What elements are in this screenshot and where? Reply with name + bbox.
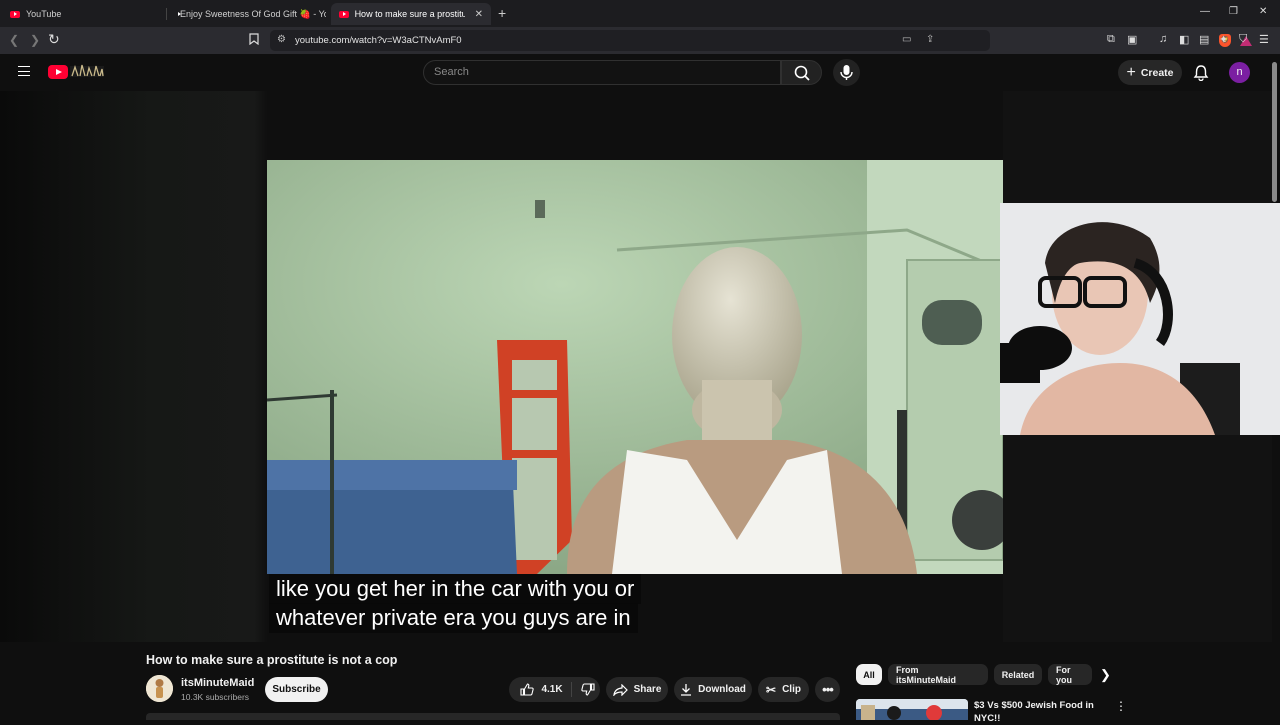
download-icon: [681, 684, 692, 696]
description-box-edge: [146, 713, 840, 720]
share-label: Share: [633, 684, 662, 695]
search-button[interactable]: [781, 60, 822, 85]
clip-button[interactable]: ✂ Clip: [758, 677, 809, 702]
caption-line-2: whatever private era you guys are in: [269, 603, 638, 633]
wallet-panel-icon[interactable]: ▤: [1199, 33, 1209, 46]
browser-tab-active[interactable]: How to make sure a prostitute is ✕: [331, 3, 491, 25]
chevron-right-icon[interactable]: ❯: [1100, 667, 1111, 683]
sidebar-toggle-icon[interactable]: ◧: [1179, 33, 1189, 46]
youtube-doodle-icon[interactable]: [70, 63, 104, 78]
address-field[interactable]: ⚙ youtube.com/watch?v=W3aCTNvAmF0 ▭ ⇪ 🦁: [270, 30, 1252, 51]
forward-arrow-icon[interactable]: ❯: [30, 33, 40, 47]
reload-icon[interactable]: ↻: [48, 31, 60, 48]
site-settings-icon[interactable]: ⚙: [277, 34, 286, 45]
chip-for-you[interactable]: For you: [1048, 664, 1092, 685]
new-tab-button[interactable]: +: [498, 5, 506, 21]
browser-tab-youtube[interactable]: YouTube: [2, 3, 162, 25]
chip-all[interactable]: All: [856, 664, 882, 685]
youtube-favicon-icon: [339, 10, 349, 18]
tab-title: How to make sure a prostitute is: [354, 9, 465, 19]
youtube-logo-icon[interactable]: [48, 65, 68, 79]
chip-from-channel[interactable]: From itsMinuteMaid: [888, 664, 988, 685]
create-label: Create: [1140, 66, 1174, 79]
more-actions-button[interactable]: •••: [815, 677, 840, 702]
microphone-icon: [840, 65, 853, 80]
recommendation-thumbnail-image: [856, 699, 968, 720]
like-count: 4.1K: [541, 684, 563, 695]
youtube-favicon-icon: [10, 10, 20, 18]
back-arrow-icon[interactable]: ❮: [9, 33, 19, 47]
browser-tab-bar: YouTube Enjoy Sweetness Of God Gift 🍓 - …: [0, 0, 1280, 27]
search-input[interactable]: [434, 66, 764, 78]
close-tab-icon[interactable]: ✕: [475, 9, 483, 20]
video-scene-image: [267, 160, 1003, 574]
extensions-icon[interactable]: ⧉: [1107, 33, 1115, 46]
clip-label: Clip: [782, 684, 801, 695]
restore-icon[interactable]: ❐: [1229, 6, 1238, 17]
share-arrow-icon: [612, 683, 628, 696]
vpn-icon[interactable]: ⛉: [1239, 33, 1247, 46]
browser-address-row: ❮ ❯ ↻ ⚙ youtube.com/watch?v=W3aCTNvAmF0 …: [0, 27, 1280, 54]
minimize-icon[interactable]: —: [1200, 6, 1210, 17]
notifications-bell-icon[interactable]: [1193, 64, 1209, 81]
hamburger-menu-icon[interactable]: [18, 66, 30, 76]
channel-avatar[interactable]: [146, 675, 173, 702]
account-avatar[interactable]: n: [1229, 62, 1250, 83]
recommendation-title[interactable]: $3 Vs $500 Jewish Food in NYC!!: [974, 699, 1099, 725]
thumbs-up-icon: [520, 683, 535, 696]
more-horizontal-icon: •••: [822, 682, 834, 697]
voice-search-button[interactable]: [833, 59, 860, 86]
download-label: Download: [698, 684, 746, 695]
leo-ai-icon[interactable]: ✦: [1219, 33, 1228, 46]
subscriber-count: 10.3K subscribers: [181, 692, 250, 702]
tab-title: Enjoy Sweetness Of God Gift 🍓 - Yo: [180, 8, 326, 19]
media-icon[interactable]: ♫: [1159, 33, 1167, 45]
cast-icon[interactable]: ▭: [902, 34, 911, 45]
create-button[interactable]: + Create: [1118, 60, 1182, 85]
share-page-icon[interactable]: ⇪: [926, 34, 934, 45]
like-dislike-group: 4.1K: [509, 677, 600, 702]
streamer-webcam: [1000, 203, 1280, 435]
url-text: youtube.com/watch?v=W3aCTNvAmF0: [295, 35, 462, 46]
browser-tab-enjoy-sweetness[interactable]: Enjoy Sweetness Of God Gift 🍓 - Yo: [166, 3, 326, 25]
download-button[interactable]: Download: [674, 677, 752, 702]
page-scrollbar[interactable]: [1272, 62, 1277, 202]
like-button[interactable]: 4.1K: [514, 682, 572, 697]
thumbs-down-icon: [580, 683, 595, 696]
recommendation-thumbnail[interactable]: [856, 699, 968, 720]
dislike-button[interactable]: [572, 683, 595, 696]
search-icon: [794, 65, 810, 81]
share-button[interactable]: Share: [606, 677, 668, 702]
youtube-header: + Create n: [0, 54, 1280, 91]
plus-icon: +: [1126, 63, 1136, 81]
window-close-icon[interactable]: ✕: [1259, 6, 1267, 17]
more-vertical-icon[interactable]: ⋮: [1115, 699, 1127, 713]
caption-line-1: like you get her in the car with you or: [269, 574, 642, 604]
channel-avatar-image: [146, 675, 173, 702]
webcam-image: [1000, 203, 1280, 435]
subscribe-button[interactable]: Subscribe: [265, 677, 328, 702]
wallet-icon[interactable]: ▣: [1127, 33, 1137, 46]
video-title: How to make sure a prostitute is not a c…: [146, 653, 398, 667]
chip-related[interactable]: Related: [994, 664, 1042, 685]
menu-icon[interactable]: ☰: [1259, 33, 1269, 46]
video-frame[interactable]: [267, 160, 1003, 574]
tab-title: YouTube: [26, 9, 62, 19]
scissors-icon: ✂: [766, 682, 777, 697]
bookmark-icon[interactable]: [249, 33, 259, 48]
channel-name[interactable]: itsMinuteMaid: [181, 677, 254, 689]
search-box[interactable]: [423, 60, 781, 85]
